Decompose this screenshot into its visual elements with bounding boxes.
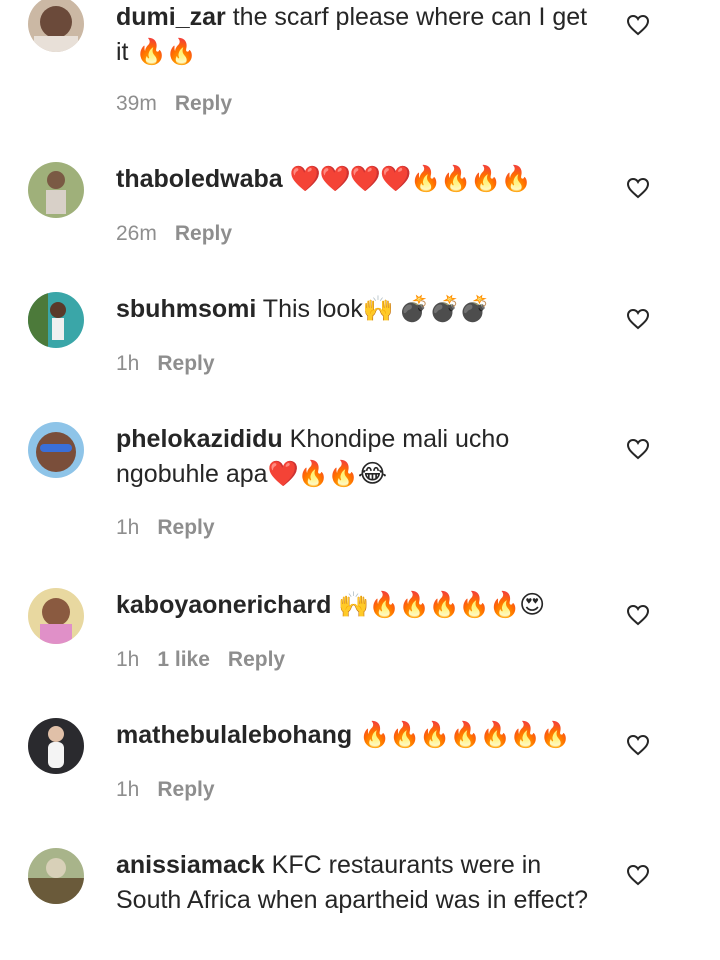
comment-time: 1h <box>116 648 140 671</box>
comment-username[interactable]: sbuhmsomi <box>116 295 256 323</box>
reply-button[interactable]: Reply <box>157 352 214 375</box>
comment-emoji: 🔥🔥 <box>135 38 196 66</box>
avatar[interactable] <box>28 718 84 774</box>
comment-meta: 1h Reply <box>116 516 215 540</box>
heart-outline-icon[interactable] <box>626 14 650 36</box>
comment-text: This look <box>262 295 363 323</box>
comment-username[interactable]: dumi_zar <box>116 3 226 31</box>
reply-button[interactable]: Reply <box>228 648 285 671</box>
heart-outline-icon[interactable] <box>626 734 650 756</box>
comment-time: 26m <box>116 222 157 245</box>
comment-body: anissiamack KFC restaurants were in Sout… <box>116 848 596 918</box>
likes-count[interactable]: 1 like <box>157 648 210 671</box>
comment-username[interactable]: kaboyaonerichard <box>116 591 331 619</box>
avatar[interactable] <box>28 0 84 52</box>
reply-button[interactable]: Reply <box>157 516 214 539</box>
heart-outline-icon[interactable] <box>626 308 650 330</box>
comment-username[interactable]: mathebulalebohang <box>116 721 352 749</box>
heart-outline-icon[interactable] <box>626 438 650 460</box>
reply-button[interactable]: Reply <box>175 92 232 115</box>
avatar[interactable] <box>28 588 84 644</box>
comment-meta: 26m Reply <box>116 222 232 246</box>
comment-body: thaboledwaba ❤️❤️❤️❤️🔥🔥🔥🔥 <box>116 162 596 197</box>
reply-button[interactable]: Reply <box>157 778 214 801</box>
comment-body: kaboyaonerichard 🙌🔥🔥🔥🔥🔥😍 <box>116 588 596 623</box>
comment-emoji: ❤️🔥🔥😂 <box>267 460 388 488</box>
comment-username[interactable]: thaboledwaba <box>116 165 283 193</box>
comment-body: sbuhmsomi This look🙌 💣💣💣 <box>116 292 596 327</box>
comment-time: 1h <box>116 516 140 539</box>
avatar[interactable] <box>28 422 84 478</box>
comment-meta: 39m Reply <box>116 92 232 116</box>
heart-outline-icon[interactable] <box>626 177 650 199</box>
heart-outline-icon[interactable] <box>626 864 650 886</box>
comment-username[interactable]: phelokazididu <box>116 425 283 453</box>
comment-meta: 1h Reply <box>116 352 215 376</box>
avatar[interactable] <box>28 292 84 348</box>
comment-emoji: 🙌 💣💣💣 <box>362 295 490 323</box>
comment-time: 1h <box>116 778 140 801</box>
avatar[interactable] <box>28 162 84 218</box>
comment-emoji: ❤️❤️❤️❤️🔥🔥🔥🔥 <box>289 165 532 193</box>
comment-meta: 1h 1 like Reply <box>116 648 285 672</box>
comment-time: 1h <box>116 352 140 375</box>
comment-username[interactable]: anissiamack <box>116 851 265 879</box>
heart-outline-icon[interactable] <box>626 604 650 626</box>
avatar[interactable] <box>28 848 84 904</box>
comment-emoji: 🙌🔥🔥🔥🔥🔥😍 <box>338 591 545 619</box>
comment-body: dumi_zar the scarf please where can I ge… <box>116 0 596 70</box>
comment-body: mathebulalebohang 🔥🔥🔥🔥🔥🔥🔥 <box>116 718 596 753</box>
reply-button[interactable]: Reply <box>175 222 232 245</box>
comment-emoji: 🔥🔥🔥🔥🔥🔥🔥 <box>359 721 571 749</box>
comment-meta: 1h Reply <box>116 778 215 802</box>
comment-time: 39m <box>116 92 157 115</box>
comment-body: phelokazididu Khondipe mali ucho ngobuhl… <box>116 422 596 492</box>
